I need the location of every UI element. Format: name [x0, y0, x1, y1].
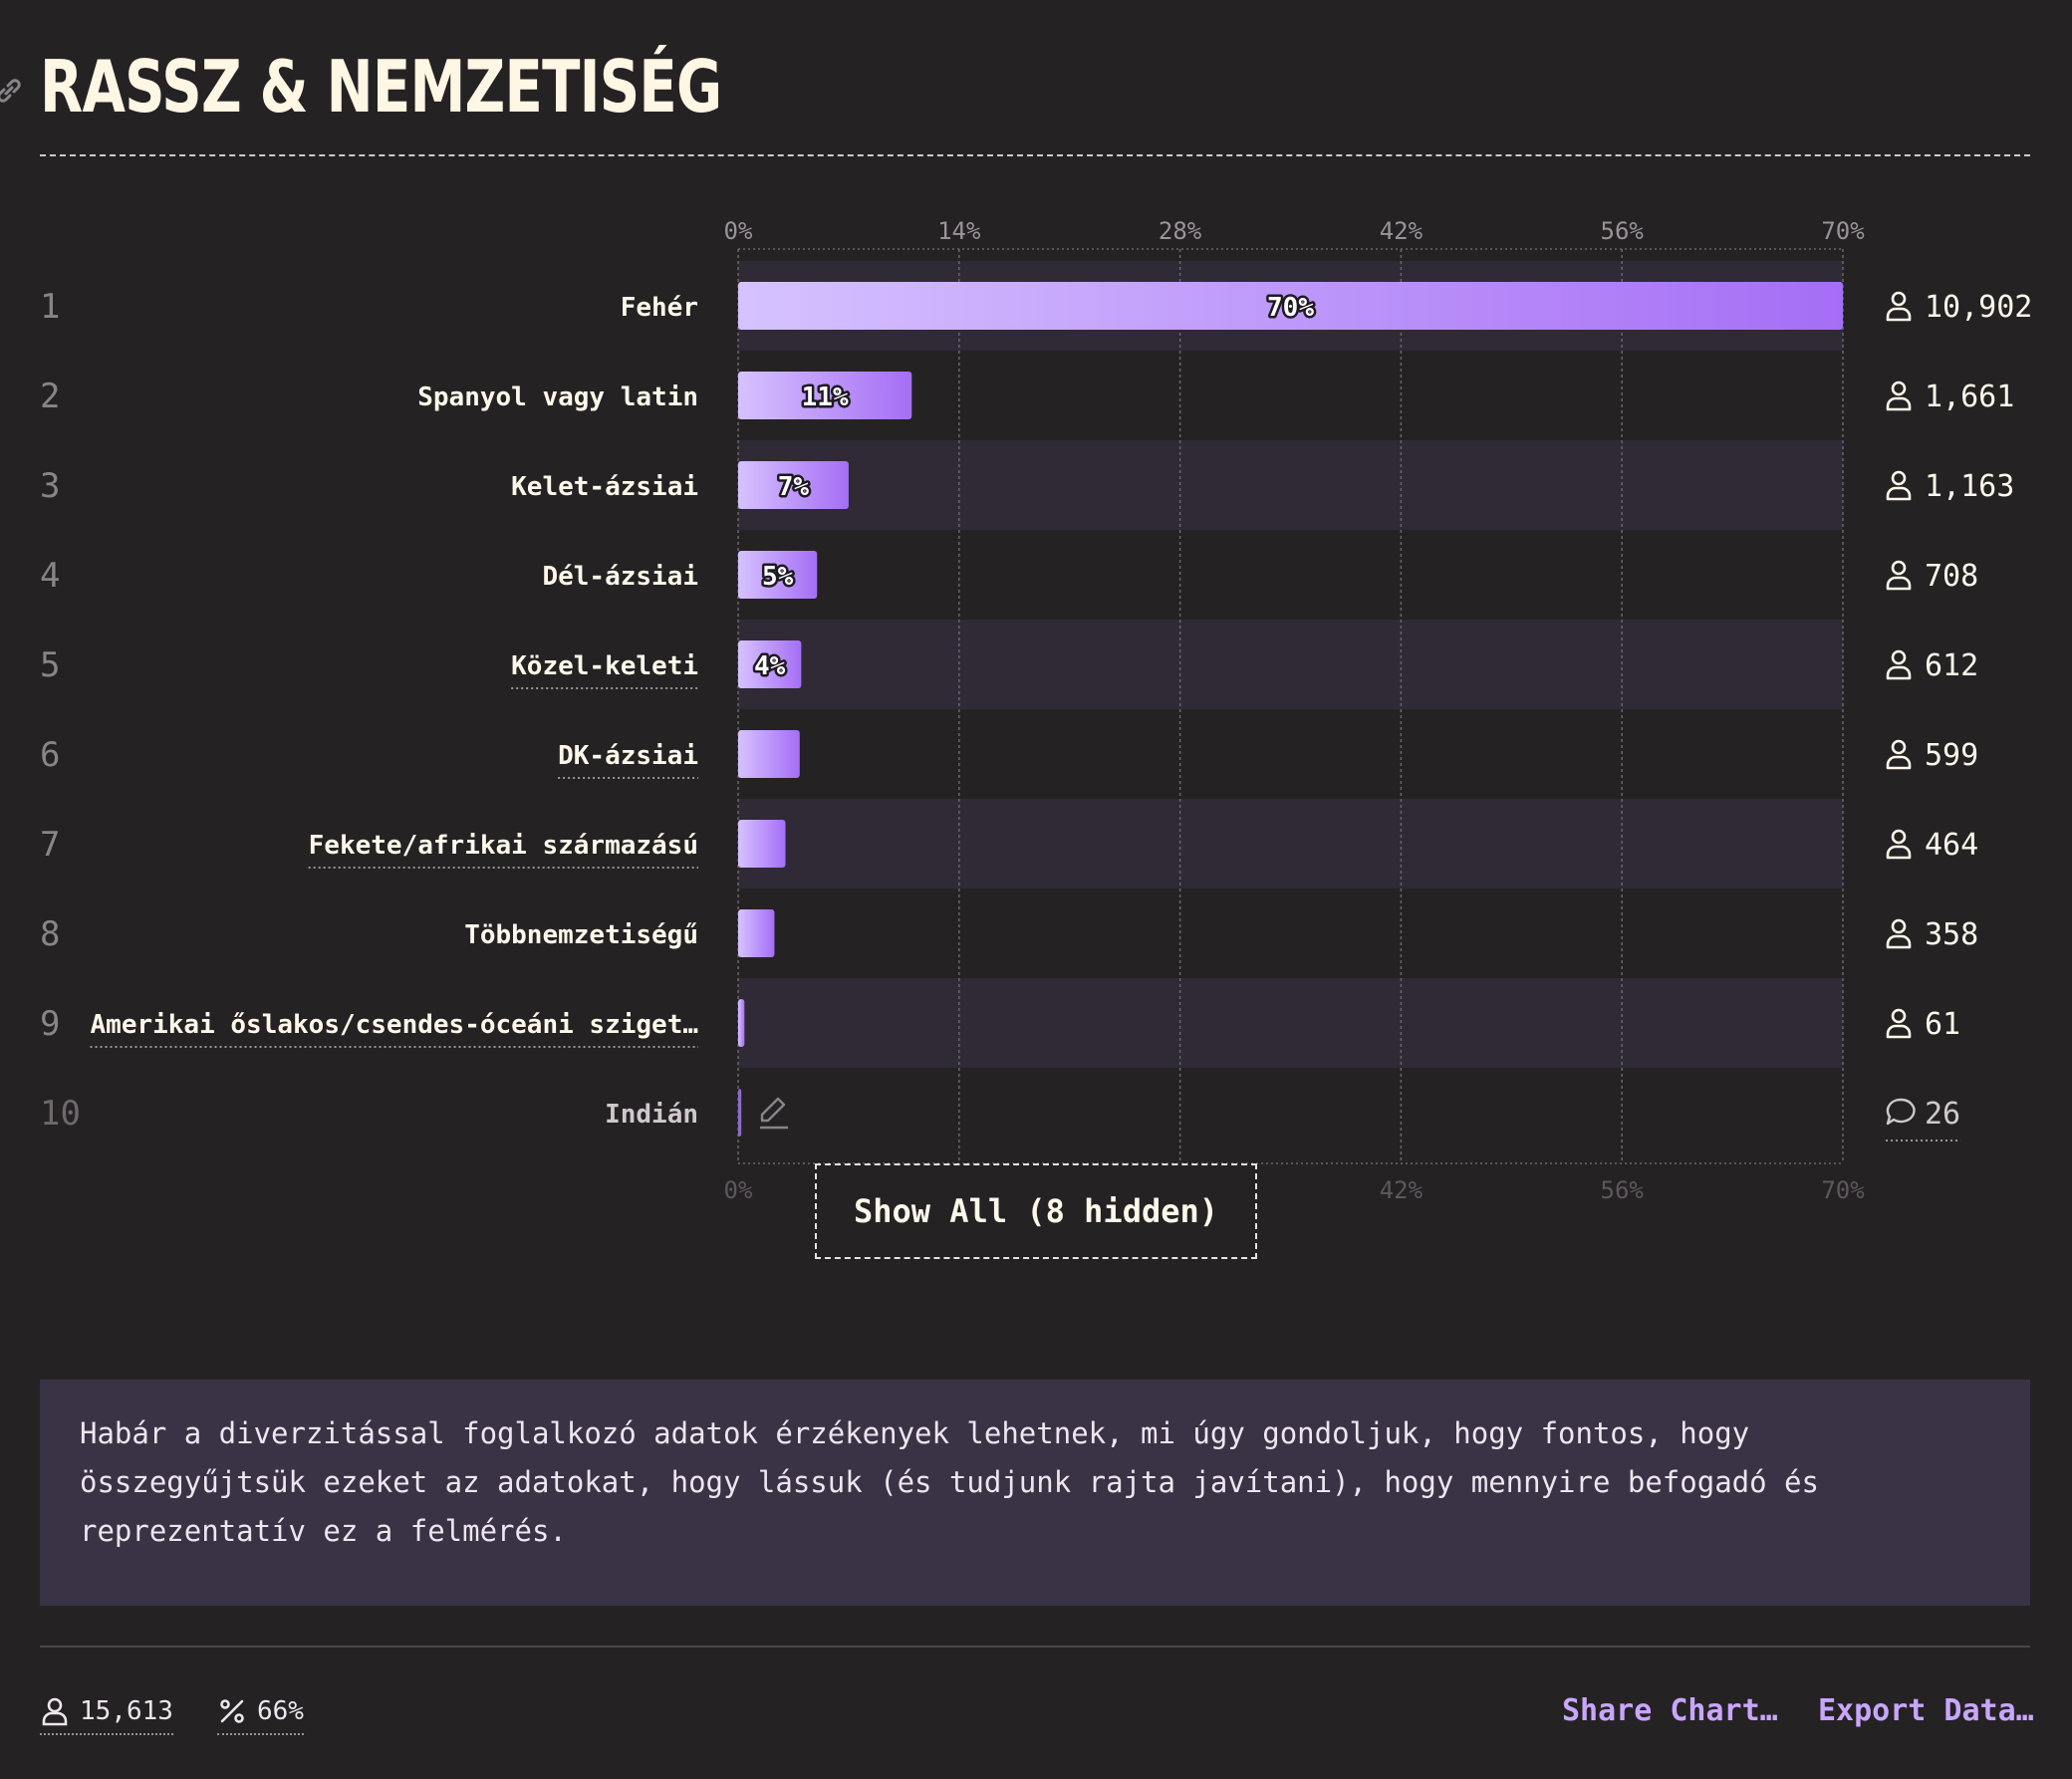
respondents-count: 15,613: [80, 1696, 173, 1726]
category-label: Többnemzetiségű: [464, 920, 698, 950]
x-tick-label-bottom: 70%: [1821, 1176, 1865, 1204]
percent-icon: [220, 1699, 244, 1723]
user-icon: [1886, 381, 1912, 411]
share-chart-link[interactable]: Share Chart…: [1562, 1693, 1778, 1728]
bar-chart: 0%0%14%14%28%28%42%42%56%56%70%70%1Fehér…: [40, 217, 2032, 1204]
category-label[interactable]: DK-ázsiai: [558, 741, 698, 771]
x-tick-label-top: 56%: [1601, 217, 1645, 245]
bar[interactable]: [738, 730, 800, 778]
category-label: Indián: [605, 1100, 698, 1130]
row-rank: 3: [40, 466, 60, 506]
bar[interactable]: [738, 999, 745, 1047]
bar-value-label: 70%: [1267, 293, 1314, 323]
row-rank: 8: [40, 914, 60, 954]
row-band: [738, 440, 1843, 530]
row-rank: 1: [40, 287, 60, 327]
respondents-stat[interactable]: 15,613: [40, 1693, 173, 1735]
bar[interactable]: [738, 820, 786, 868]
x-tick-label-top: 28%: [1159, 217, 1202, 245]
x-tick-label-top: 0%: [724, 217, 753, 245]
category-label: Dél-ázsiai: [542, 562, 698, 592]
category-label[interactable]: Fekete/afrikai származású: [309, 831, 698, 861]
info-note: Habár a diverzitással foglalkozó adatok …: [40, 1380, 2030, 1606]
respondent-count: 1,163: [1925, 469, 2014, 504]
respondent-count: 10,902: [1925, 290, 2032, 325]
footer-divider: [40, 1646, 2030, 1648]
comment-icon: [1886, 1098, 1916, 1126]
user-icon: [1886, 470, 1912, 501]
respondent-count: 61: [1925, 1007, 1960, 1042]
user-icon: [1886, 918, 1912, 949]
category-label: Kelet-ázsiai: [511, 472, 698, 502]
x-tick-label-top: 70%: [1821, 217, 1865, 245]
bar-value-label: 5%: [762, 562, 794, 592]
x-tick-label-top: 42%: [1380, 217, 1424, 245]
row-rank: 10: [40, 1094, 81, 1134]
user-icon: [1886, 560, 1912, 591]
user-icon: [1886, 649, 1912, 680]
category-label[interactable]: Közel-keleti: [511, 651, 698, 681]
respondent-count[interactable]: 26: [1925, 1097, 1960, 1132]
category-label: Fehér: [621, 293, 698, 323]
bar[interactable]: [738, 909, 775, 957]
edit-icon[interactable]: [760, 1097, 788, 1130]
user-icon: [1886, 829, 1912, 860]
respondent-count: 612: [1925, 648, 1978, 683]
export-data-link[interactable]: Export Data…: [1818, 1693, 2034, 1728]
x-tick-label-bottom: 56%: [1601, 1176, 1645, 1204]
bar-value-label: 11%: [802, 382, 849, 412]
x-tick-label-bottom: 42%: [1380, 1176, 1424, 1204]
respondent-count: 464: [1925, 828, 1978, 863]
row-rank: 4: [40, 556, 60, 596]
respondent-count: 708: [1925, 559, 1978, 594]
bar-value-label: 7%: [778, 472, 810, 502]
row-band: [738, 978, 1843, 1068]
row-band: [738, 799, 1843, 889]
row-rank: 6: [40, 735, 60, 775]
respondent-count: 358: [1925, 917, 1978, 952]
user-icon: [42, 1697, 68, 1726]
user-icon: [1886, 739, 1912, 770]
percentage-stat[interactable]: 66%: [217, 1693, 304, 1735]
row-rank: 9: [40, 1004, 60, 1044]
x-tick-label-bottom: 0%: [724, 1176, 753, 1204]
respondent-count: 1,661: [1925, 380, 2014, 414]
bar[interactable]: [738, 1089, 742, 1137]
row-rank: 5: [40, 645, 60, 685]
row-rank: 7: [40, 825, 60, 865]
row-rank: 2: [40, 377, 60, 416]
x-tick-label-top: 14%: [937, 217, 981, 245]
row-band: [738, 620, 1843, 709]
user-icon: [1886, 291, 1912, 322]
category-label[interactable]: Amerikai őslakos/csendes-óceáni sziget…: [91, 1010, 698, 1040]
respondent-count: 599: [1925, 738, 1978, 773]
category-label: Spanyol vagy latin: [417, 382, 698, 412]
show-all-button[interactable]: Show All (8 hidden): [815, 1163, 1257, 1259]
bar-value-label: 4%: [754, 651, 786, 681]
user-icon: [1886, 1008, 1912, 1039]
percentage-value: 66%: [257, 1696, 304, 1726]
